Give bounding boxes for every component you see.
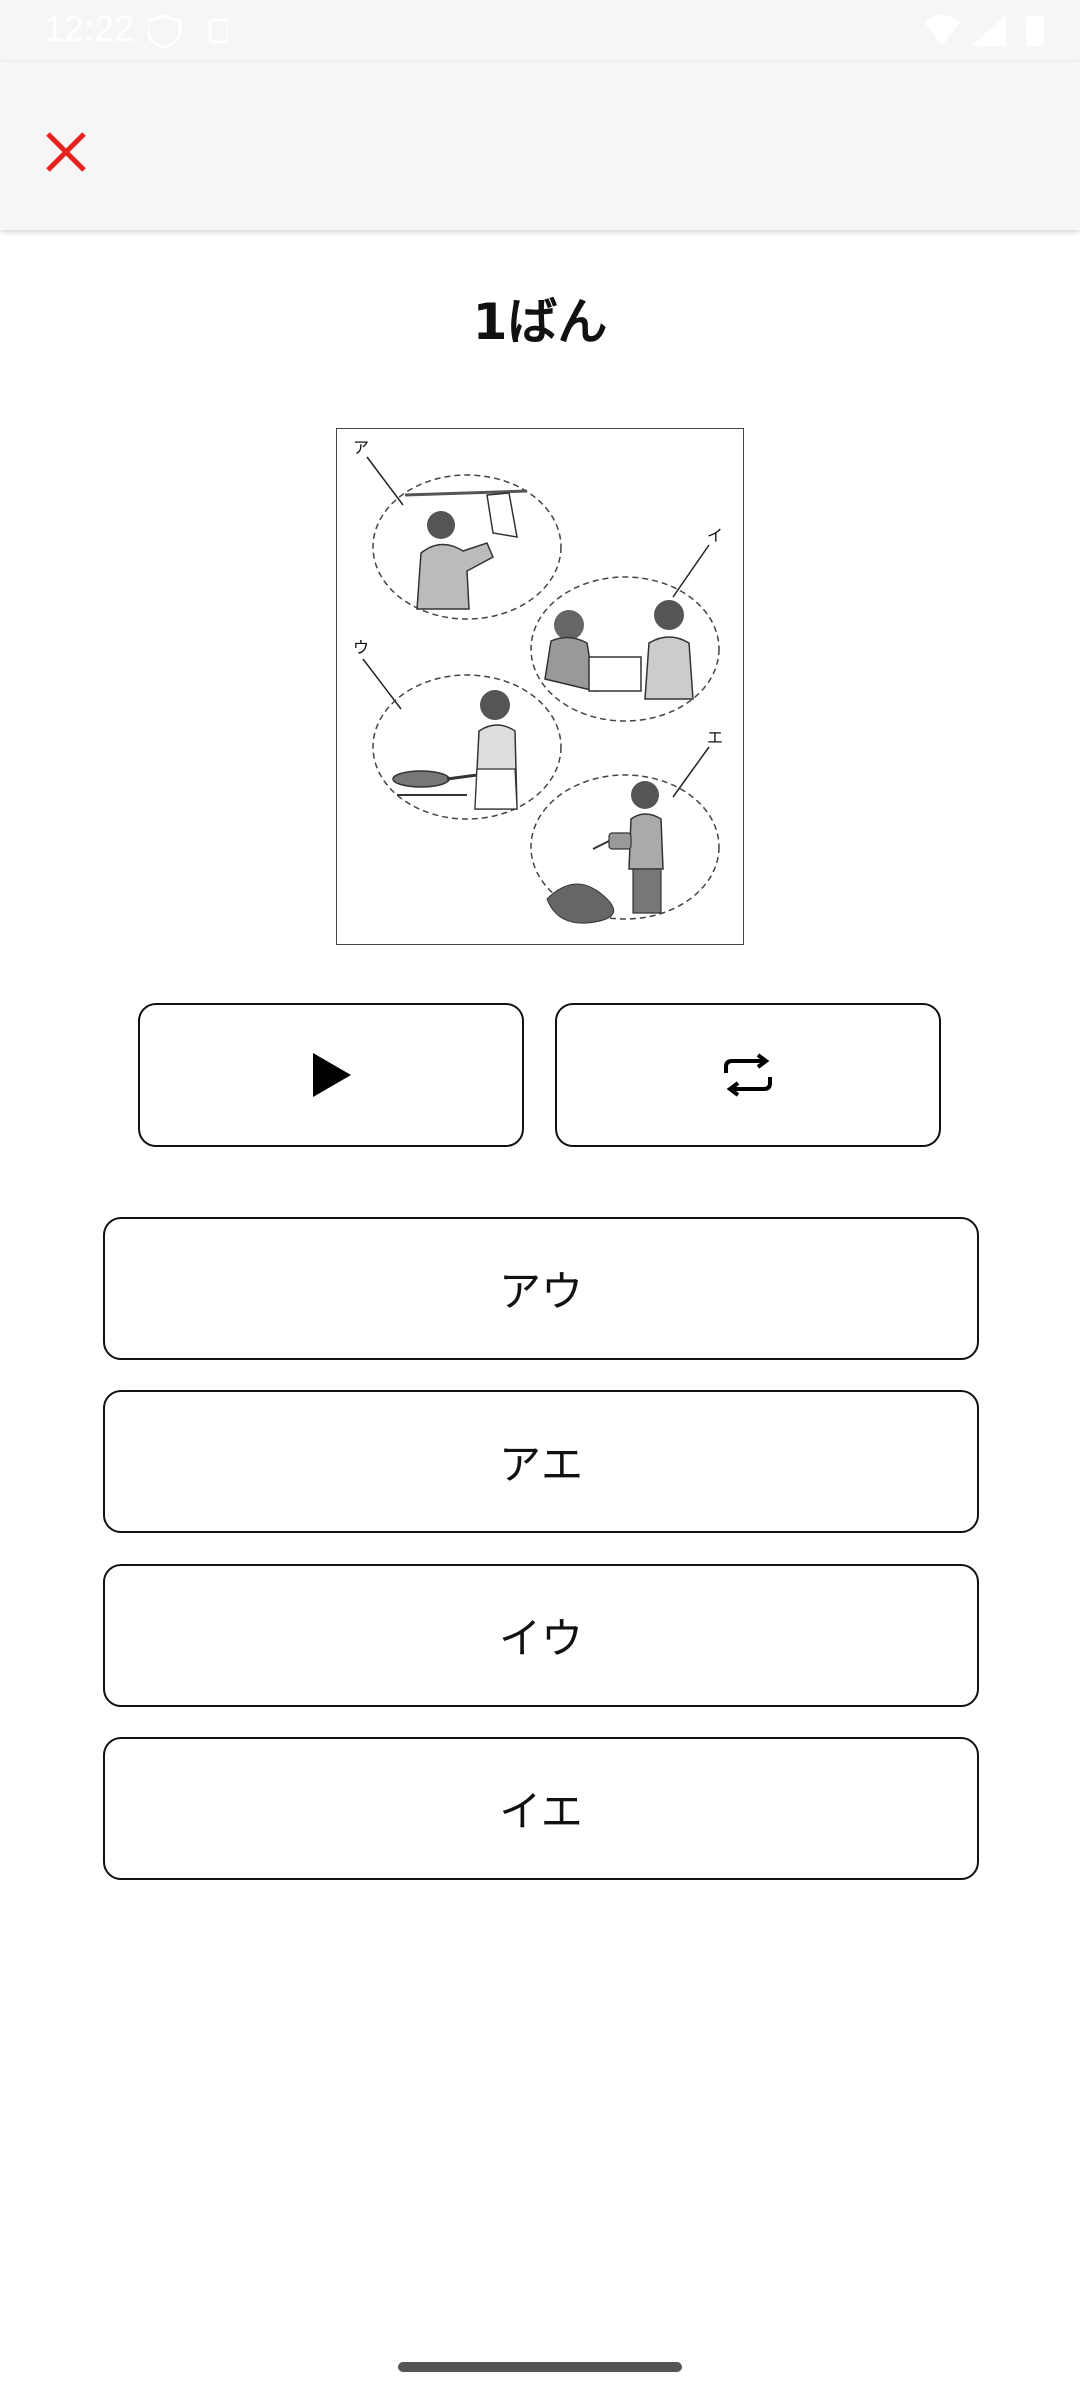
scene-u: ウ xyxy=(353,638,562,820)
wifi-icon xyxy=(924,15,960,46)
close-button[interactable] xyxy=(36,122,96,182)
play-icon xyxy=(313,1053,351,1097)
home-indicator[interactable] xyxy=(398,2362,682,2372)
repeat-icon xyxy=(724,1053,772,1097)
battery-icon xyxy=(1026,16,1044,46)
option-button-1[interactable]: アウ xyxy=(103,1217,979,1360)
signal-icon xyxy=(972,14,1006,46)
status-time: 12:22 xyxy=(44,8,135,49)
close-icon[interactable] xyxy=(44,130,88,174)
option-button-2[interactable]: アエ xyxy=(103,1390,979,1533)
play-button[interactable] xyxy=(138,1003,524,1147)
label-i: イ xyxy=(707,526,723,545)
app-notification-icon xyxy=(208,18,230,44)
question-illustration: ア イ ウ エ xyxy=(336,428,744,945)
repeat-button[interactable] xyxy=(555,1003,941,1147)
status-bar: 12:22 xyxy=(0,0,1080,62)
option-button-3[interactable]: イウ xyxy=(103,1564,979,1707)
status-left-icons xyxy=(146,12,230,54)
label-a: ア xyxy=(353,438,369,457)
status-right-icons xyxy=(922,12,1052,54)
label-e: エ xyxy=(707,728,723,747)
app-bar xyxy=(0,62,1080,230)
label-u: ウ xyxy=(353,638,369,657)
question-title: 1ばん xyxy=(472,293,608,351)
scene-i: イ xyxy=(530,526,723,722)
option-button-4[interactable]: イエ xyxy=(103,1737,979,1880)
scene-a: ア xyxy=(353,438,562,620)
shield-icon xyxy=(146,14,182,49)
